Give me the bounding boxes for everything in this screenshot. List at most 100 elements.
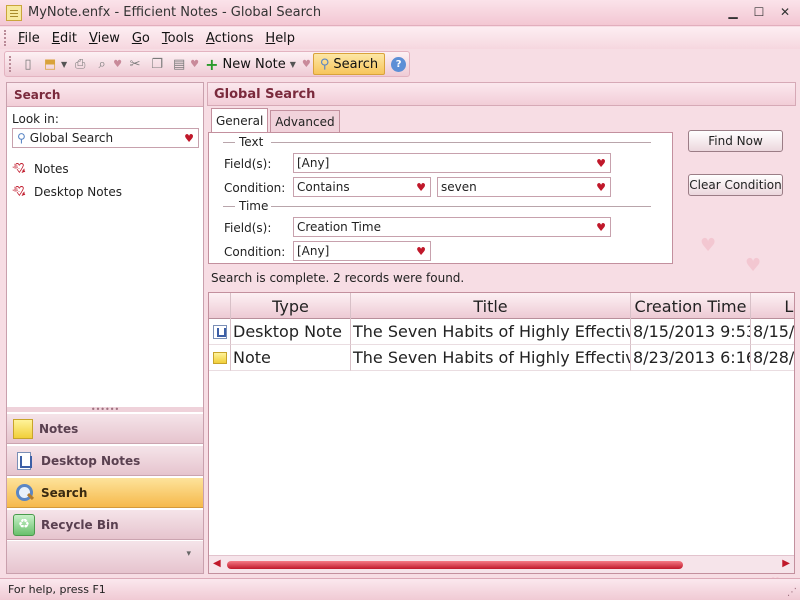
clear-condition-button[interactable]: Clear Condition	[688, 174, 783, 196]
search-text-input[interactable]: seven ♥	[437, 177, 611, 197]
toolbar: ▯ ⬒ ▼ ⎙ ⌕ ♥ ✂ ❐ ▤ ♥ + New Note ▼ ♥ ⚲ Sea…	[4, 51, 410, 77]
search-status: Search is complete. 2 records were found…	[211, 271, 465, 285]
tab-general[interactable]: General	[211, 108, 269, 132]
new-note-dropdown-icon[interactable]: ▼	[290, 60, 296, 69]
dropdown-heart-icon[interactable]: ♥	[184, 132, 194, 145]
section-divider	[271, 142, 651, 143]
toolbar-grip[interactable]	[9, 56, 13, 72]
note-icon	[212, 351, 227, 364]
search-button-label: Search	[333, 56, 379, 72]
text-condition-label: Condition:	[224, 181, 286, 195]
chevron-down-icon[interactable]: ▾	[186, 549, 191, 559]
menu-tools[interactable]: Tools	[156, 31, 200, 46]
time-condition-label: Condition:	[224, 245, 286, 259]
horizontal-scrollbar[interactable]: ◀ ▶	[209, 555, 794, 573]
menu-grip[interactable]	[4, 30, 8, 46]
menu-help[interactable]: Help	[259, 31, 301, 46]
copy-icon[interactable]: ❐	[146, 53, 168, 75]
time-fields-select[interactable]: Creation Time ♥	[293, 217, 611, 237]
menu-bar: File Edit View Go Tools Actions Help	[0, 27, 800, 49]
nav-search[interactable]: Search	[7, 477, 203, 508]
menu-go[interactable]: Go	[126, 31, 156, 46]
tree-item-desktop-notes[interactable]: 💘︎ Desktop Notes	[12, 180, 122, 203]
column-header-icon[interactable]	[209, 293, 231, 319]
row-icon-cell	[209, 345, 231, 371]
minimize-button[interactable]: ▁	[722, 3, 744, 21]
search-button[interactable]: ⚲ Search	[312, 53, 386, 75]
scroll-right-icon[interactable]: ▶	[782, 558, 790, 569]
column-header-last-modified[interactable]: Last M	[751, 293, 794, 319]
cut-icon[interactable]: ✂	[124, 53, 146, 75]
dropdown-heart-icon[interactable]: ♥	[596, 181, 606, 194]
magnifier-icon: ⚲	[319, 56, 330, 72]
column-header-type[interactable]: Type	[231, 293, 351, 319]
text-condition-select[interactable]: Contains ♥	[293, 177, 431, 197]
look-in-select[interactable]: ⚲ Global Search ♥	[12, 128, 199, 148]
dropdown-heart-icon[interactable]: ♥	[416, 181, 426, 194]
row-icon-cell	[209, 319, 231, 345]
menu-actions[interactable]: Actions	[200, 31, 260, 46]
dropdown-heart-icon[interactable]: ♥	[416, 245, 426, 258]
paste-icon[interactable]: ▤	[168, 53, 190, 75]
dropdown-heart-icon[interactable]: ♥	[596, 157, 606, 170]
nav-notes[interactable]: Notes	[7, 413, 203, 444]
close-button[interactable]: ✕	[774, 3, 796, 21]
print-icon[interactable]: ⎙	[69, 53, 91, 75]
search-conditions: Text Field(s): [Any] ♥ Condition: Contai…	[208, 132, 673, 264]
results-table: Type Title Creation Time Last M Desktop …	[208, 292, 795, 574]
tree-item-notes[interactable]: 💘︎ Notes	[12, 157, 122, 180]
new-file-icon[interactable]: ▯	[17, 53, 39, 75]
nav-splitter[interactable]: ••••••	[7, 406, 203, 414]
column-header-creation-time[interactable]: Creation Time	[631, 293, 751, 319]
table-row[interactable]: Note The Seven Habits of Highly Effectiv…	[209, 345, 794, 371]
help-icon[interactable]: ?	[391, 56, 407, 72]
time-condition-value: [Any]	[297, 244, 330, 258]
nav-label: Notes	[39, 421, 79, 436]
nav-footer: ▾	[7, 541, 203, 573]
note-icon	[13, 418, 33, 439]
plus-icon: +	[205, 54, 219, 74]
menu-view[interactable]: View	[83, 31, 126, 46]
menu-file[interactable]: File	[12, 31, 46, 46]
window-title: MyNote.enfx - Efficient Notes - Global S…	[28, 5, 322, 20]
scroll-left-icon[interactable]: ◀	[213, 558, 221, 569]
text-fields-label: Field(s):	[224, 157, 272, 171]
hearts-arrow-icon: 💘︎	[12, 183, 27, 200]
menu-edit[interactable]: Edit	[46, 31, 83, 46]
desktop-note-icon	[212, 324, 227, 339]
status-text: For help, press F1	[8, 583, 106, 596]
nav-recycle-bin[interactable]: ♻ Recycle Bin	[7, 509, 203, 540]
nav-desktop-notes[interactable]: Desktop Notes	[7, 445, 203, 476]
time-condition-select[interactable]: [Any] ♥	[293, 241, 431, 261]
print-preview-icon[interactable]: ⌕	[91, 53, 113, 75]
search-text-value: seven	[441, 180, 477, 194]
cell-title: The Seven Habits of Highly Effective	[351, 319, 631, 345]
new-note-button[interactable]: + New Note ▼	[201, 55, 302, 74]
separator-heart-icon: ♥	[190, 58, 200, 70]
nav-label: Desktop Notes	[41, 453, 141, 468]
cell-last-modified: 8/28/	[751, 345, 794, 371]
resize-grip-icon[interactable]: ⋰	[787, 587, 797, 598]
nav-label: Search	[41, 485, 88, 500]
title-bar: MyNote.enfx - Efficient Notes - Global S…	[0, 0, 800, 26]
search-icon	[13, 482, 35, 504]
column-header-title[interactable]: Title	[351, 293, 631, 319]
maximize-button[interactable]: ☐	[748, 3, 770, 21]
find-now-button[interactable]: Find Now	[688, 130, 783, 152]
open-folder-icon[interactable]: ⬒	[39, 53, 61, 75]
tab-advanced[interactable]: Advanced	[270, 110, 340, 132]
cell-title: The Seven Habits of Highly Effective	[351, 345, 631, 371]
search-sidebar: Search Look in: ⚲ Global Search ♥ 💘︎ Not…	[6, 82, 204, 574]
table-row[interactable]: Desktop Note The Seven Habits of Highly …	[209, 319, 794, 345]
results-viewport: Type Title Creation Time Last M Desktop …	[209, 293, 794, 555]
magnifier-icon: ⚲	[17, 131, 26, 145]
dropdown-heart-icon[interactable]: ♥	[596, 221, 606, 234]
text-condition-value: Contains	[297, 180, 350, 194]
section-divider	[271, 206, 651, 207]
window-controls: ▁ ☐ ✕	[722, 3, 796, 21]
time-fields-label: Field(s):	[224, 221, 272, 235]
text-fields-select[interactable]: [Any] ♥	[293, 153, 611, 173]
scrollbar-thumb[interactable]	[227, 561, 683, 569]
cell-last-modified: 8/15/	[751, 319, 794, 345]
open-dropdown-icon[interactable]: ▼	[61, 60, 67, 69]
